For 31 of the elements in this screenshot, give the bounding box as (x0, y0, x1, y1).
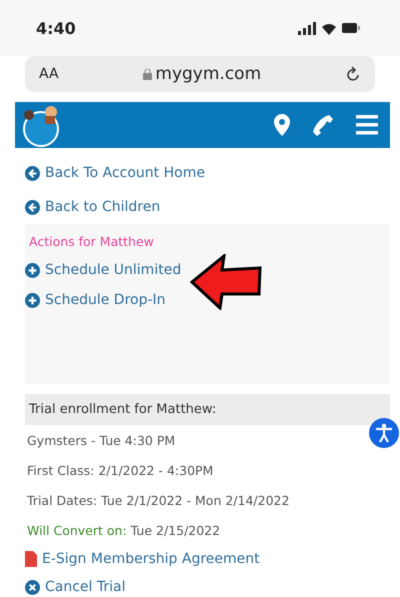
actions-title: Actions for Matthew (28, 233, 155, 251)
convert-date: Tue 2/15/2022 (130, 522, 220, 538)
cancel-link[interactable]: Cancel Trial (25, 573, 390, 597)
close-icon (25, 580, 40, 594)
url-text: mygym.com (155, 64, 262, 84)
signal-icon (298, 22, 316, 34)
menu-icon[interactable] (356, 115, 378, 135)
address-bar[interactable]: AA mygym.com (25, 56, 375, 92)
trial-detail: Gymsters - Tue 4:30 PM (27, 432, 176, 448)
schedule-link[interactable]: Schedule Drop-In (25, 285, 390, 315)
accessibility-button[interactable] (369, 418, 399, 448)
status-time: 4:40 (36, 18, 76, 38)
back-icon (25, 200, 40, 214)
back-link[interactable]: Back to Children (25, 190, 390, 224)
convert-label: Will Convert on: (27, 522, 127, 538)
text-size-button[interactable]: AA (39, 66, 59, 82)
location-pin-icon[interactable] (274, 114, 290, 136)
trial-detail: Trial Dates: Tue 2/1/2022 - Mon 2/14/2022 (27, 492, 290, 508)
battery-icon (342, 23, 360, 33)
schedule-link[interactable]: Schedule Unlimited (25, 255, 390, 285)
document-icon (25, 551, 37, 567)
lock-icon (143, 68, 152, 80)
trial-heading: Trial enrollment for Matthew: (25, 394, 390, 425)
phone-icon[interactable] (312, 114, 334, 136)
wifi-icon (322, 22, 336, 34)
back-link[interactable]: Back To Account Home (25, 156, 390, 190)
trial-detail: First Class: 2/1/2022 - 4:30PM (27, 462, 214, 478)
person-icon (375, 423, 393, 443)
back-icon (25, 166, 40, 180)
agreement-link[interactable]: E-Sign Membership Agreement (25, 545, 390, 573)
reload-icon[interactable] (346, 66, 361, 82)
